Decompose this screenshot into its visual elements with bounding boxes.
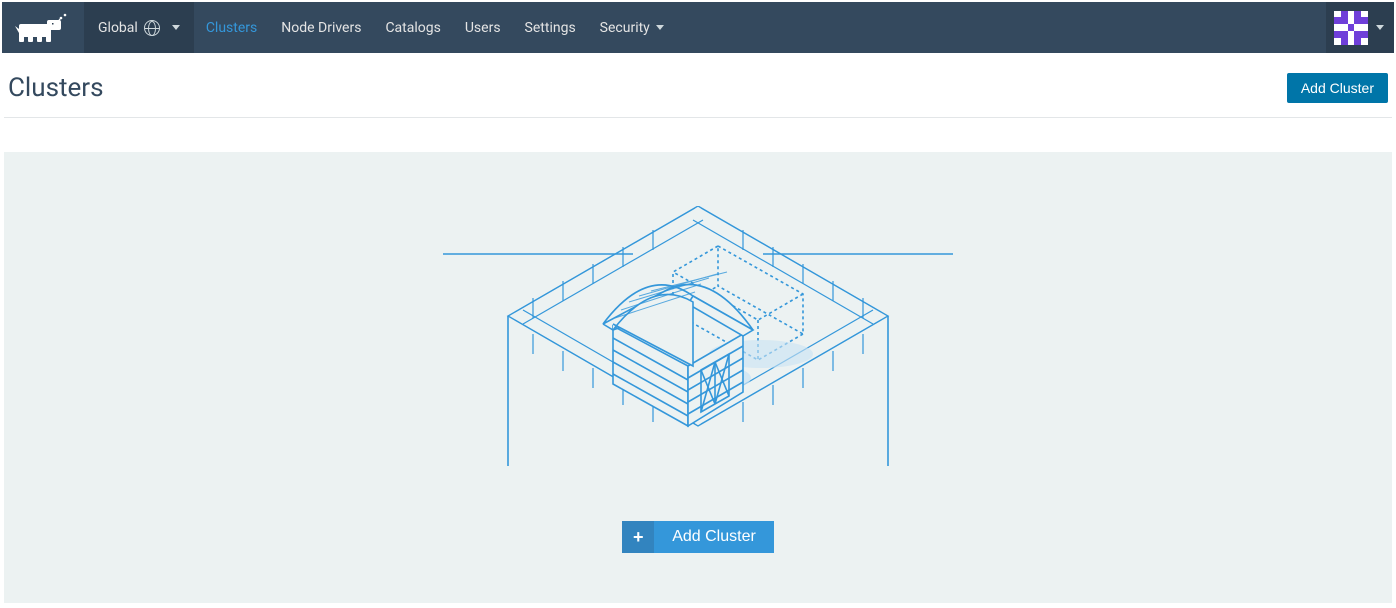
globe-icon xyxy=(144,20,160,36)
primary-nav: Clusters Node Drivers Catalogs Users Set… xyxy=(194,2,676,53)
nav-users[interactable]: Users xyxy=(453,2,513,53)
cow-logo-icon xyxy=(9,12,77,44)
plus-icon: + xyxy=(622,521,654,553)
page-header: Clusters Add Cluster xyxy=(4,53,1392,118)
nav-settings[interactable]: Settings xyxy=(513,2,588,53)
nav-clusters[interactable]: Clusters xyxy=(194,2,269,53)
nav-item-label: Node Drivers xyxy=(281,20,361,36)
add-cluster-center-button[interactable]: + Add Cluster xyxy=(622,521,774,553)
nav-item-label: Security xyxy=(600,20,650,36)
brand-logo[interactable] xyxy=(2,2,84,53)
scope-selector[interactable]: Global xyxy=(84,2,194,53)
add-cluster-button[interactable]: Add Cluster xyxy=(1287,73,1388,103)
scope-label: Global xyxy=(98,20,138,36)
nav-security[interactable]: Security xyxy=(588,2,676,53)
chevron-down-icon xyxy=(172,25,180,30)
nav-catalogs[interactable]: Catalogs xyxy=(373,2,452,53)
nav-item-label: Clusters xyxy=(206,20,257,36)
farm-illustration-icon xyxy=(443,206,953,466)
chevron-down-icon xyxy=(656,25,664,30)
user-menu[interactable] xyxy=(1326,2,1394,53)
empty-illustration xyxy=(4,152,1392,466)
page-title: Clusters xyxy=(8,73,104,103)
clusters-empty-panel: + Add Cluster xyxy=(4,152,1392,603)
avatar xyxy=(1334,11,1368,45)
chevron-down-icon xyxy=(1376,25,1384,30)
topbar: Global Clusters Node Drivers Catalogs Us… xyxy=(2,2,1394,53)
nav-item-label: Settings xyxy=(525,20,576,36)
nav-item-label: Catalogs xyxy=(385,20,440,36)
add-cluster-center-label: Add Cluster xyxy=(654,521,774,553)
nav-node-drivers[interactable]: Node Drivers xyxy=(269,2,373,53)
nav-item-label: Users xyxy=(465,20,501,36)
